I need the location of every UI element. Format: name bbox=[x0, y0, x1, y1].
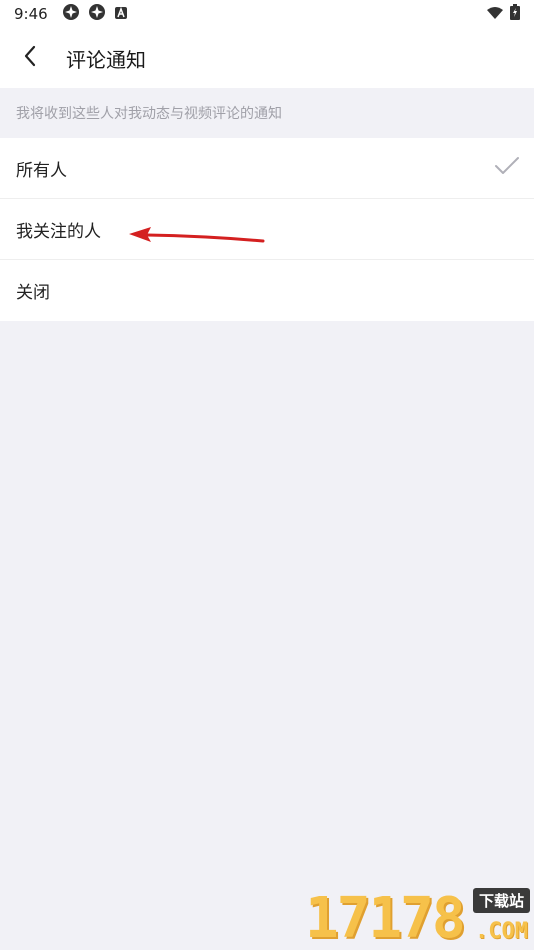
annotation-arrow-icon bbox=[129, 227, 265, 243]
option-everyone[interactable]: 所有人 bbox=[0, 138, 534, 199]
watermark-brand: 下载站 bbox=[472, 888, 530, 913]
section-description-text: 我将收到这些人对我动态与视频评论的通知 bbox=[16, 106, 282, 122]
watermark-domain: .COM bbox=[475, 919, 528, 944]
section-description: 我将收到这些人对我动态与视频评论的通知 bbox=[0, 88, 534, 138]
watermark-logo: 17178 下载站 .COM bbox=[305, 888, 530, 948]
watermark-numbers: 17178 bbox=[305, 886, 466, 950]
option-off[interactable]: 关闭 bbox=[0, 260, 534, 321]
wifi-icon bbox=[486, 5, 504, 24]
battery-charging-icon bbox=[510, 4, 520, 24]
option-label: 关闭 bbox=[16, 283, 50, 303]
option-label: 我关注的人 bbox=[16, 221, 101, 242]
back-button[interactable] bbox=[0, 28, 60, 88]
option-label: 所有人 bbox=[16, 160, 67, 181]
status-bar: 9:46 bbox=[0, 0, 534, 28]
check-icon bbox=[494, 156, 520, 181]
status-time: 9:46 bbox=[14, 5, 48, 23]
chevron-left-icon bbox=[23, 45, 37, 71]
pinwheel-icon bbox=[88, 3, 106, 25]
title-bar: 评论通知 bbox=[0, 28, 534, 88]
page-title: 评论通知 bbox=[66, 47, 146, 72]
app-a-icon bbox=[114, 5, 128, 24]
pinwheel-icon bbox=[62, 3, 80, 25]
